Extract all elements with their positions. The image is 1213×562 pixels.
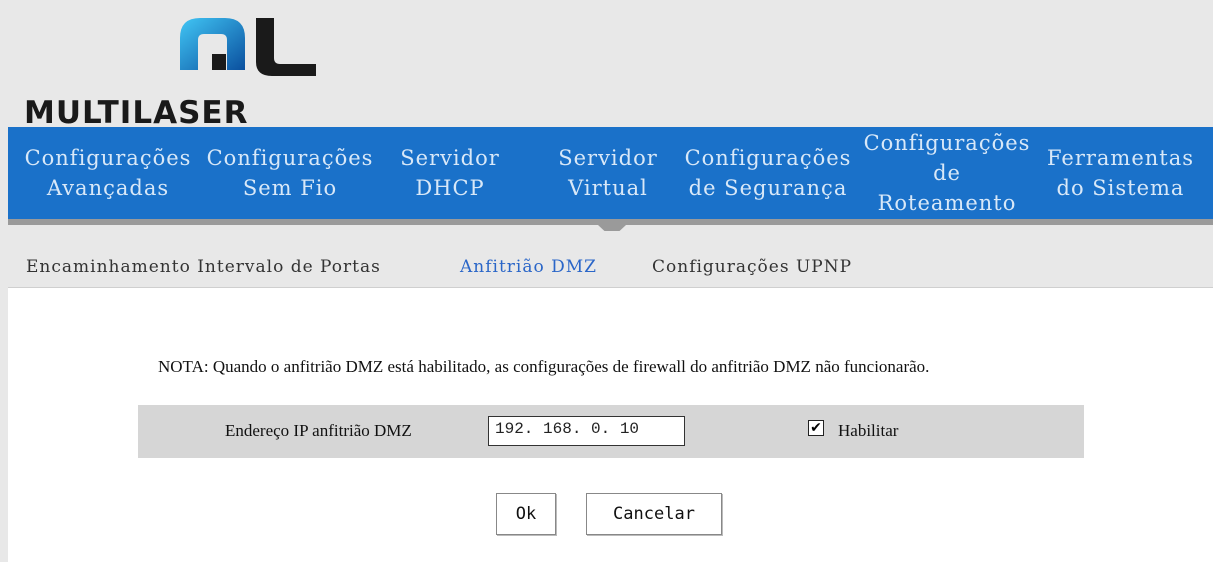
nav-dhcp-server[interactable]: Servidor DHCP: [390, 127, 510, 219]
multilaser-logo-icon: [180, 18, 316, 76]
dmz-ip-label: Endereço IP anfitrião DMZ: [225, 421, 412, 440]
subnav-upnp-settings[interactable]: Configurações UPNP: [652, 257, 852, 277]
nav-system-tools[interactable]: Ferramentas do Sistema: [1038, 127, 1203, 219]
enable-checkbox[interactable]: ✔: [808, 420, 824, 436]
nav-routing-settings[interactable]: Configurações de Roteamento: [858, 127, 1036, 219]
nav-label: Servidor Virtual: [558, 146, 658, 200]
nav-security-settings[interactable]: Configurações de Segurança: [678, 127, 858, 219]
subnav-dmz-host[interactable]: Anfitrião DMZ: [460, 257, 597, 277]
dmz-ip-input[interactable]: 192. 168. 0. 10: [488, 416, 685, 446]
nav-label: Configurações de Segurança: [684, 146, 852, 200]
cancel-button[interactable]: Cancelar: [586, 493, 722, 535]
nav-label: Configurações Sem Fio: [206, 146, 374, 200]
nav-label: Configurações Avançadas: [24, 146, 192, 200]
main-nav: Configurações Avançadas Configurações Se…: [8, 127, 1213, 225]
nav-label: Servidor DHCP: [400, 146, 500, 200]
enable-label: Habilitar: [838, 421, 899, 440]
router-page: MULTILASER Configurações Avançadas Confi…: [8, 5, 1213, 562]
nav-virtual-server[interactable]: Servidor Virtual: [548, 127, 668, 219]
multilaser-logo: MULTILASER: [20, 10, 320, 131]
content-panel: NOTA: Quando o anfitrião DMZ está habili…: [8, 288, 1213, 562]
sub-nav: Encaminhamento Intervalo de Portas Anfit…: [8, 231, 1213, 288]
nav-label: Configurações de Roteamento: [863, 131, 1031, 215]
logo-wordmark: MULTILASER: [24, 95, 249, 131]
ok-button[interactable]: Ok: [496, 493, 556, 535]
dmz-settings-row: Endereço IP anfitrião DMZ 192. 168. 0. 1…: [138, 405, 1084, 458]
subnav-port-range-forwarding[interactable]: Encaminhamento Intervalo de Portas: [26, 257, 381, 277]
nav-label: Ferramentas do Sistema: [1046, 146, 1195, 200]
nav-wireless-settings[interactable]: Configurações Sem Fio: [200, 127, 380, 219]
nav-advanced-settings[interactable]: Configurações Avançadas: [18, 127, 198, 219]
dmz-note: NOTA: Quando o anfitrião DMZ está habili…: [158, 357, 930, 376]
